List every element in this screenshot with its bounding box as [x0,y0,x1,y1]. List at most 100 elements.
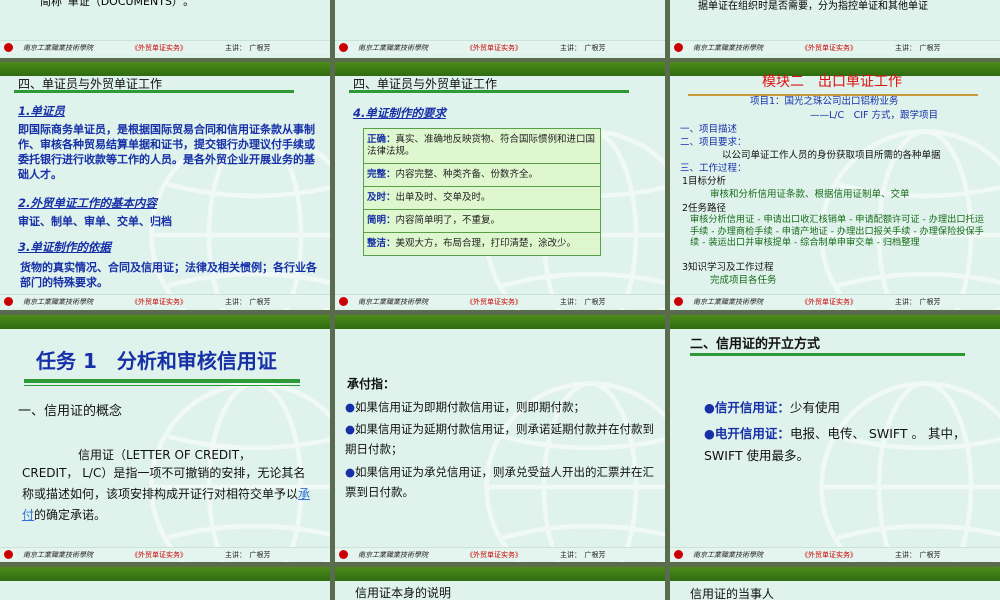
title-underline-thin [24,385,300,386]
school-name: 南京工業職業技術學院 [358,43,428,53]
project-line: 完成项目各任务 [710,275,777,287]
bullet-item: ●如果信用证为即期付款信用证，则即期付款； [345,397,655,417]
slide-header-bar [670,315,1000,329]
slide-module-two: 模块二 出口单证工作 项目1：国光之珠公司出口铝粉业务 ——L/C CIF 方式… [670,62,1000,310]
slide-bottom-left [0,567,330,600]
project-line: 以公司单证工作人员的身份获取项目所需的各种单据 [722,150,941,162]
slide-text: 简称“单证（DOCUMENTS）”。 [40,0,194,9]
school-logo-icon [674,297,683,306]
course-name: 《外贸单证实务》 [131,297,187,307]
project-line: 三、工作过程： [680,163,747,175]
project-line: 3知识学习及工作过程 [682,262,774,274]
table-row: 简明：内容简单明了，不重复。 [364,210,601,233]
heading-basis: 3.单证制作的依据 [18,240,111,255]
title-underline [690,353,965,356]
table-row: 整洁：美观大方，布局合理，打印清楚，涂改少。 [364,233,601,256]
lecturer: 主讲： 广根芳 [225,43,271,53]
table-row: 及时：出单及时、交单及时。 [364,187,601,210]
bullet-item: ●电开信用证：电报、电传、 SWIFT 。 其中， SWIFT 使用最多。 [704,423,984,467]
requirements-table: 正确：真实、准确地反映货物、符合国际惯例和进口国法律法规。 完整：内容完整、种类… [363,128,601,256]
project-line: 二、项目要求： [680,137,747,149]
slide-doc-requirements: 四、单证员与外贸单证工作 4.单证制作的要求 正确：真实、准确地反映货物、符合国… [335,62,665,310]
title-underline [14,90,294,93]
module-title: 模块二 出口单证工作 [762,75,902,90]
slide-header-bar [0,62,330,76]
school-logo-icon [674,550,683,559]
paragraph-clerk: 即国际商务单证员，是根据国际贸易合同和信用证条款从事制作、审核各种贸易结算单据和… [18,122,320,182]
bullet-item: ●如果信用证为承兑信用证，则承兑受益人开出的汇票并在汇票到日付款。 [345,462,655,502]
school-logo-icon [4,550,13,559]
slide-title: 二、信用证的开立方式 [690,333,820,352]
project-line: 一、项目描述 [680,124,737,136]
slide-footer: 南京工業職業技術學院 《外贸单证实务》 主讲： 广根芳 [335,40,665,54]
heading-clerk: 1.单证员 [18,104,65,119]
slide-header-bar [335,567,665,581]
project-line: 审核和分析信用证条款、根据信用证制单、交单 [710,189,910,201]
heading-content: 2.外贸单证工作的基本内容 [18,196,157,211]
slide-header-bar [0,567,330,581]
slide-honor: 承付指： ●如果信用证为即期付款信用证，则即期付款； ●如果信用证为延期付款信用… [335,315,665,562]
lecturer: 主讲： 广根芳 [225,550,271,560]
school-logo-icon [4,297,13,306]
course-name: 《外贸单证实务》 [801,297,857,307]
honor-title: 承付指： [347,377,395,392]
slide-footer: 南京工業職業技術學院 《外贸单证实务》 主讲： 广根芳 [0,40,330,54]
course-name: 《外贸单证实务》 [131,43,187,53]
slide-footer: 南京工業職業技術學院 《外贸单证实务》 主讲： 广根芳 [670,547,1000,561]
slide-bottom-right: 信用证的当事人 [670,567,1000,600]
module-subtitle: ——L/C CIF 方式，跟学项目 [810,110,938,122]
table-row: 完整：内容完整、种类齐备、份数齐全。 [364,164,601,187]
school-name: 南京工業職業技術學院 [693,297,763,307]
module-subtitle: 项目1：国光之珠公司出口铝粉业务 [750,96,899,108]
slide-footer: 南京工業職業技術學院 《外贸单证实务》 主讲： 广根芳 [335,294,665,308]
slide-text: 据单证在组织时是否需要，分为指控单证和其他单证 [698,0,988,14]
slide-header-bar [335,62,665,76]
school-logo-icon [4,43,13,52]
school-name: 南京工業職業技術學院 [23,550,93,560]
slide-header-bar [335,315,665,329]
lecturer: 主讲： 广根芳 [895,550,941,560]
slide-footer: 南京工業職業技術學院 《外贸单证实务》 主讲： 广根芳 [670,294,1000,308]
heading-requirements: 4.单证制作的要求 [353,106,446,121]
paragraph-basis: 货物的真实情况、合同及信用证；法律及相关惯例；各行业各部门的特殊要求。 [20,260,320,290]
bullet-item: ●信开信用证：少有使用 [704,397,984,419]
school-name: 南京工業職業技術學院 [358,297,428,307]
title-underline [24,379,300,383]
school-name: 南京工業職業技術學院 [23,297,93,307]
school-name: 南京工業職業技術學院 [23,43,93,53]
concept-text: CREDIT， L/C）是指一项不可撤销的安排，无论其名称或描述如何，该项安排构… [22,463,312,526]
slide-clerk-intro: 四、单证员与外贸单证工作 1.单证员 即国际商务单证员，是根据国际贸易合同和信用… [0,62,330,310]
school-logo-icon [674,43,683,52]
lecturer: 主讲： 广根芳 [560,297,606,307]
course-name: 《外贸单证实务》 [801,43,857,53]
lecturer: 主讲： 广根芳 [560,550,606,560]
school-name: 南京工業職業技術學院 [693,43,763,53]
table-row: 正确：真实、准确地反映货物、符合国际惯例和进口国法律法规。 [364,129,601,164]
lecturer: 主讲： 广根芳 [560,43,606,53]
slide-bottom-middle: 信用证本身的说明 [335,567,665,600]
slide-top-left: 简称“单证（DOCUMENTS）”。 南京工業職業技術學院 《外贸单证实务》 主… [0,0,330,58]
slide-title: 信用证的当事人 [690,585,774,600]
task-title: 任务 1 分析和审核信用证 [36,349,277,373]
slide-header-bar [670,567,1000,581]
bullet-item: ●如果信用证为延期付款信用证，则承诺延期付款并在付款到期日付款； [345,419,655,459]
school-logo-icon [339,43,348,52]
course-name: 《外贸单证实务》 [466,43,522,53]
slide-title: 信用证本身的说明 [355,584,451,600]
project-line: 1目标分析 [682,176,726,188]
slide-footer: 南京工業職業技術學院 《外贸单证实务》 主讲： 广根芳 [0,547,330,561]
slide-top-middle: 南京工業職業技術學院 《外贸单证实务》 主讲： 广根芳 [335,0,665,58]
task-path: 审核分析信用证 - 申请出口收汇核销单 - 申请配额许可证 - 办理出口托运手续… [690,214,990,249]
concept-text: 信用证（LETTER OF CREDIT， [78,445,251,465]
lecturer: 主讲： 广根芳 [895,43,941,53]
school-name: 南京工業職業技術學院 [693,550,763,560]
paragraph-content: 审证、制单、审单、交单、归档 [18,214,172,229]
slide-footer: 南京工業職業技術學院 《外贸单证实务》 主讲： 广根芳 [670,40,1000,54]
title-underline [349,90,629,93]
slide-footer: 南京工業職業技術學院 《外贸单证实务》 主讲： 广根芳 [335,547,665,561]
school-logo-icon [339,297,348,306]
lecturer: 主讲： 广根芳 [225,297,271,307]
course-name: 《外贸单证实务》 [801,550,857,560]
course-name: 《外贸单证实务》 [466,297,522,307]
school-logo-icon [339,550,348,559]
